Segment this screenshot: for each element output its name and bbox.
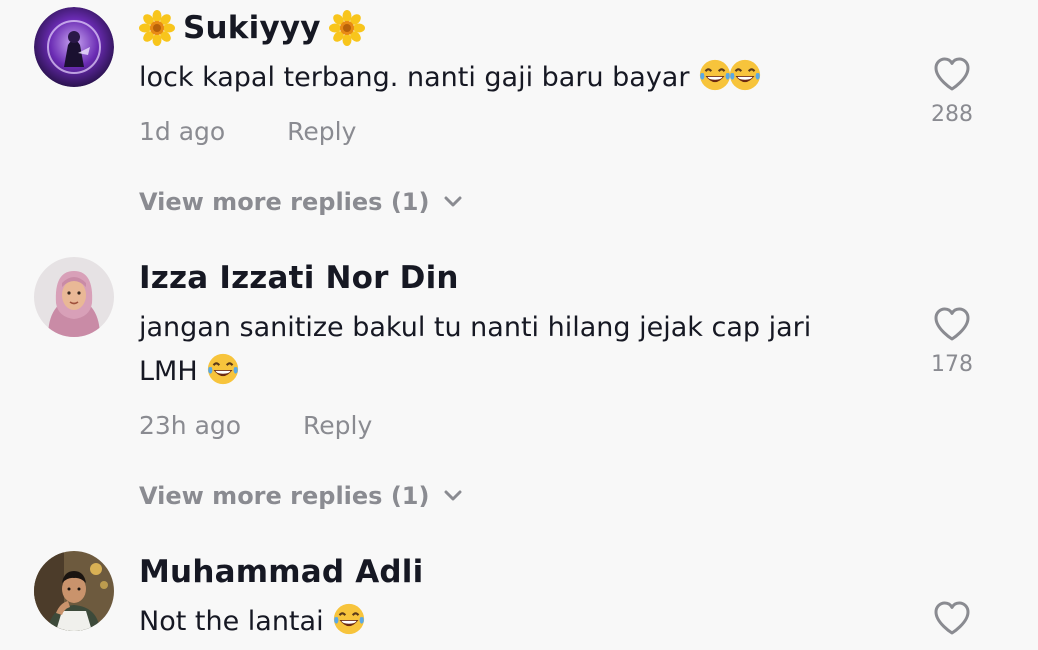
avatar[interactable] — [34, 7, 114, 87]
sunflower-icon — [329, 10, 365, 46]
comment-text-line: LMH — [139, 356, 198, 387]
heart-outline-icon[interactable] — [933, 600, 971, 636]
chevron-down-icon — [443, 490, 463, 502]
joy-emoji-icon — [728, 58, 762, 92]
username[interactable]: Izza Izzati Nor Din — [139, 258, 459, 298]
like-count: 288 — [931, 102, 973, 127]
like-control: 288 — [922, 56, 982, 127]
sunflower-icon — [139, 10, 175, 46]
view-more-replies-label[interactable]: View more replies (1) — [139, 188, 429, 216]
username-text[interactable]: Izza Izzati Nor Din — [139, 260, 459, 296]
comment-text: jangan sanitize bakul tu nanti hilang je… — [139, 306, 859, 394]
joy-emoji-icon — [206, 352, 240, 386]
joy-emoji-icon — [332, 602, 366, 636]
username-text[interactable]: Muhammad Adli — [139, 554, 423, 590]
chevron-down-icon — [443, 196, 463, 208]
comment-text-line: jangan sanitize bakul tu nanti hilang je… — [139, 312, 812, 343]
view-more-replies-label[interactable]: View more replies (1) — [139, 482, 429, 510]
like-count: 178 — [931, 352, 973, 377]
comment-meta: 23h ago Reply — [139, 411, 372, 440]
reply-button[interactable]: Reply — [287, 117, 356, 146]
view-more-replies-button[interactable]: View more replies (1) — [139, 482, 463, 510]
comment-text-body: lock kapal terbang. nanti gaji baru baya… — [139, 62, 690, 93]
like-control: 178 — [922, 306, 982, 377]
heart-outline-icon[interactable] — [933, 306, 971, 342]
joy-emoji-icon — [698, 58, 732, 92]
comment-list: Sukiyyy lock kapal terbang. nanti gaji b… — [0, 0, 1038, 650]
heart-outline-icon[interactable] — [933, 56, 971, 92]
avatar[interactable] — [34, 257, 114, 337]
username[interactable]: Sukiyyy — [139, 8, 365, 48]
timestamp: 23h ago — [139, 411, 242, 440]
comment-text-body: Not the lantai — [139, 606, 324, 637]
timestamp: 1d ago — [139, 117, 226, 146]
reply-button[interactable]: Reply — [303, 411, 372, 440]
comment-text: lock kapal terbang. nanti gaji baru baya… — [139, 56, 859, 100]
avatar[interactable] — [34, 551, 114, 631]
comment-meta: 1d ago Reply — [139, 117, 356, 146]
username-text[interactable]: Sukiyyy — [183, 10, 321, 46]
comment-text: Not the lantai — [139, 600, 859, 644]
like-control — [922, 600, 982, 636]
view-more-replies-button[interactable]: View more replies (1) — [139, 188, 463, 216]
username[interactable]: Muhammad Adli — [139, 552, 423, 592]
